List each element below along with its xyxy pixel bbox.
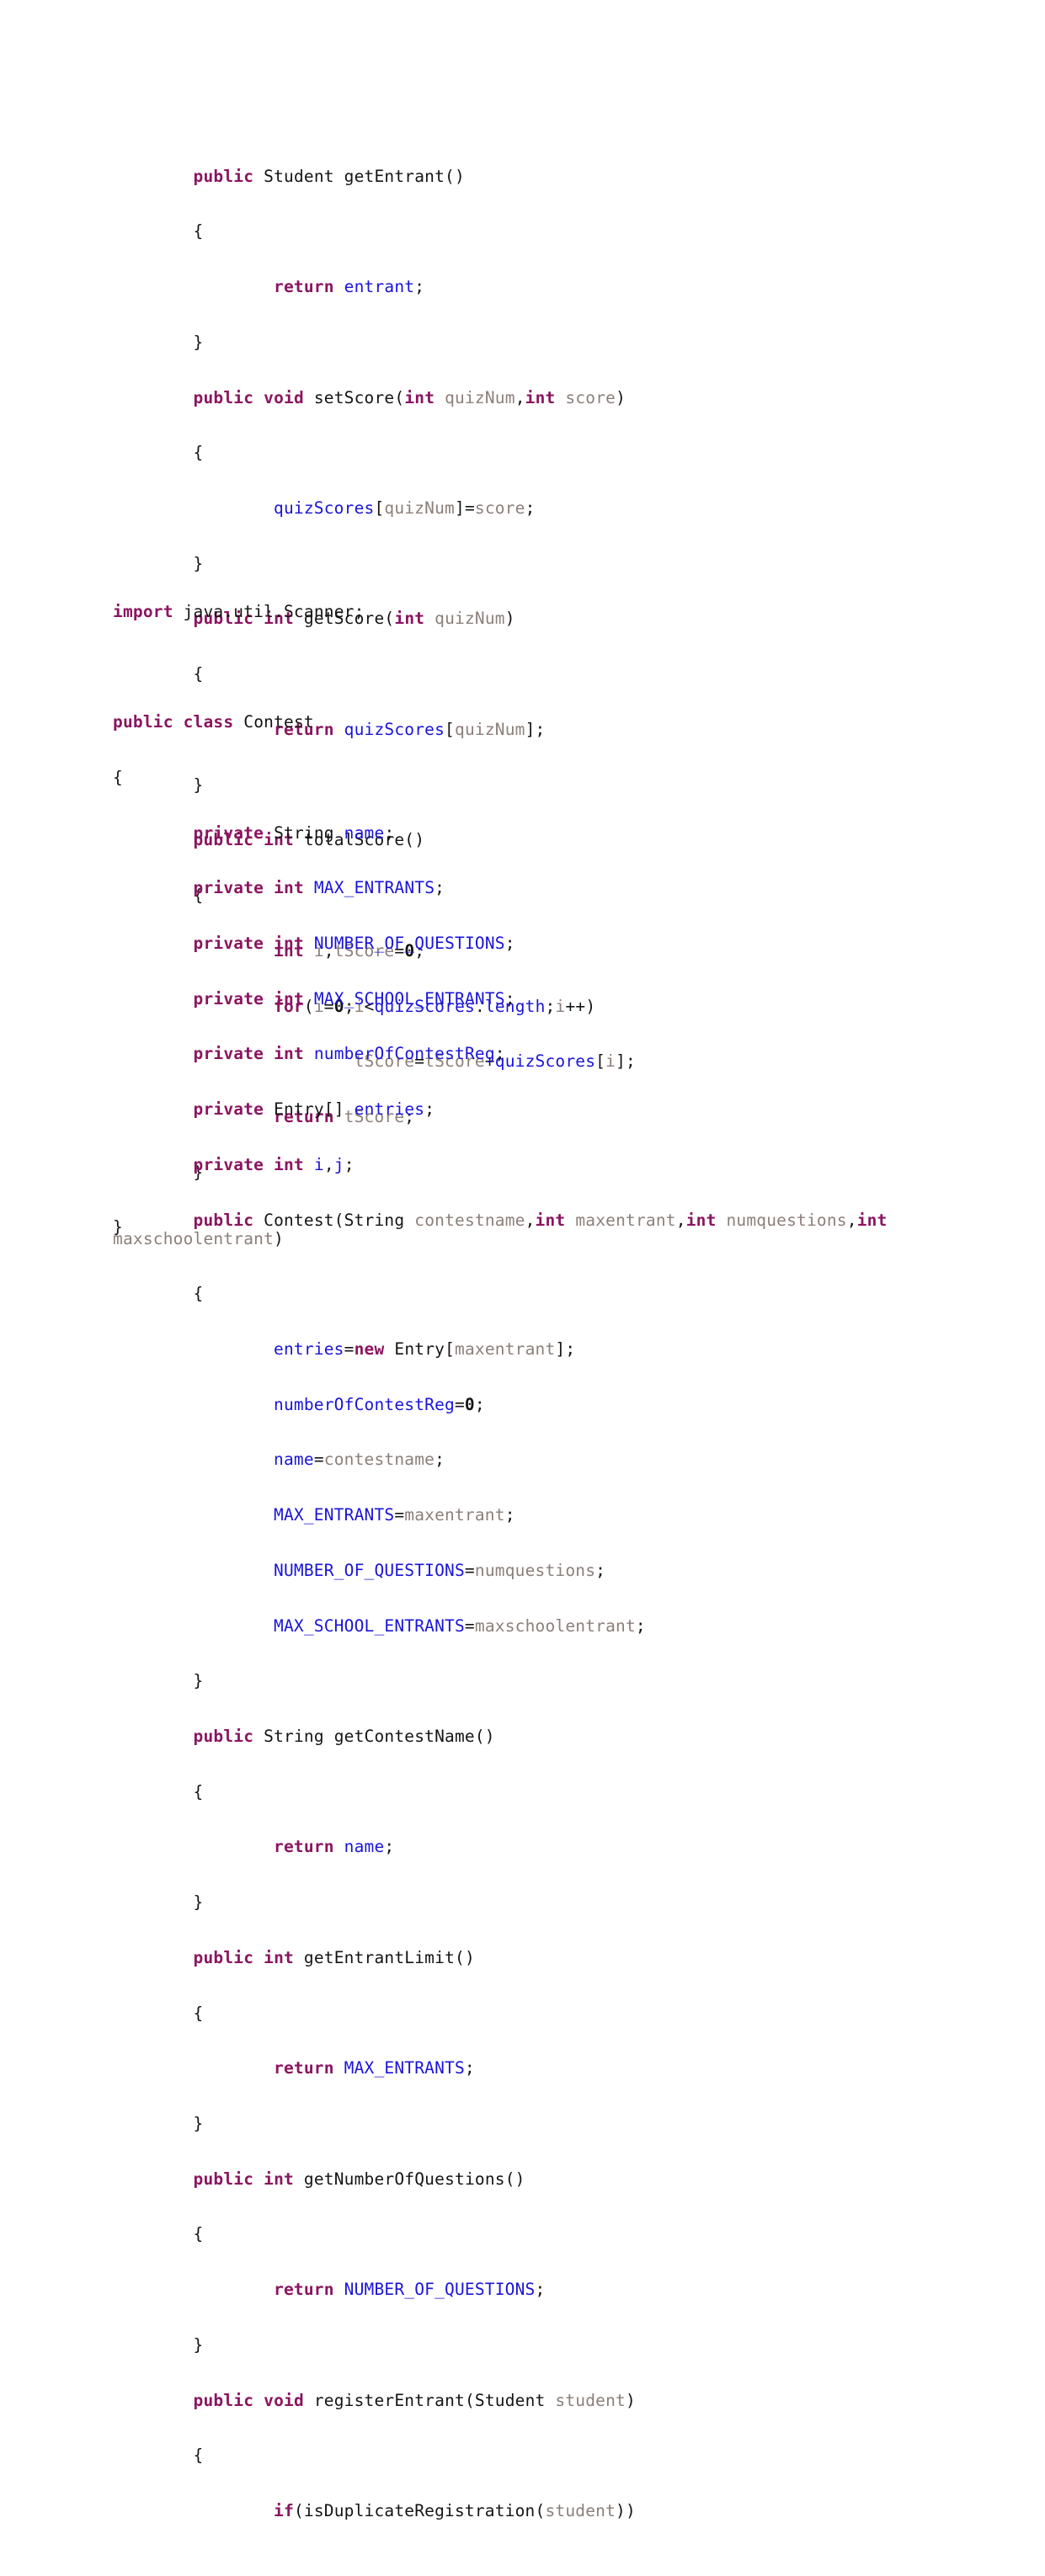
code-line: return NUMBER_OF_QUESTIONS; [274,2280,546,2300]
code-line: numberOfContestReg=0; [274,1394,485,1414]
code-line: entries=new Entry[maxentrant]; [274,1339,576,1359]
code-line: } [193,1671,204,1691]
code-line: private int NUMBER_OF_QUESTIONS; [193,934,515,954]
code-line: private String name; [193,822,395,843]
code-line: if(isDuplicateRegistration(student)) [274,2501,636,2521]
code-line: { [193,221,204,242]
code-line: { [193,2446,204,2466]
code-line: public void setScore(int quizNum,int sco… [193,387,626,407]
code-line: } [193,2114,204,2134]
code-line: private int MAX_ENTRANTS; [193,878,445,898]
code-line: private Entry[] entries; [193,1099,435,1120]
code-line: { [193,2224,204,2244]
code-line: } [193,1892,204,1913]
code-line: return name; [274,1837,395,1857]
code-line: quizScores[quizNum]=score; [274,498,536,519]
code-line: public int getNumberOfQuestions() [193,2169,525,2189]
code-line: public int getEntrantLimit() [193,1947,475,1967]
code-line: MAX_ENTRANTS=maxentrant; [274,1505,515,1525]
code-line: import java.util.Scanner; [113,601,365,621]
code-line: public void registerEntrant(Student stud… [193,2390,636,2410]
code-line: public class Contest [113,712,314,732]
code-line: NUMBER_OF_QUESTIONS=numquestions; [274,1560,606,1580]
code-line: { [113,767,123,787]
code-line: } [193,2334,204,2355]
code-line: } [193,332,204,352]
code-line: name=contestname; [274,1450,445,1470]
code-block-contest-class: import java.util.Scanner; public class C… [113,547,921,2576]
code-line: public Student getEntrant() [193,166,465,186]
code-line: { [193,2003,204,2023]
code-line: private int numberOfContestReg; [193,1044,505,1064]
code-line: return entrant; [274,277,425,297]
code-line: private int i,j; [193,1154,355,1174]
code-line: public String getContestName() [193,1726,495,1746]
code-line: return MAX_ENTRANTS; [274,2058,475,2078]
document-page: public Student getEntrant() { return ent… [0,0,1045,2520]
code-line: public Contest(String contestname,int ma… [113,1210,888,1248]
code-line: { [193,1781,204,1802]
code-line: private int MAX_SCHOOL_ENTRANTS; [193,988,515,1009]
code-line: { [193,1284,204,1304]
code-line: MAX_SCHOOL_ENTRANTS=maxschoolentrant; [274,1615,646,1636]
code-line: { [193,443,204,463]
